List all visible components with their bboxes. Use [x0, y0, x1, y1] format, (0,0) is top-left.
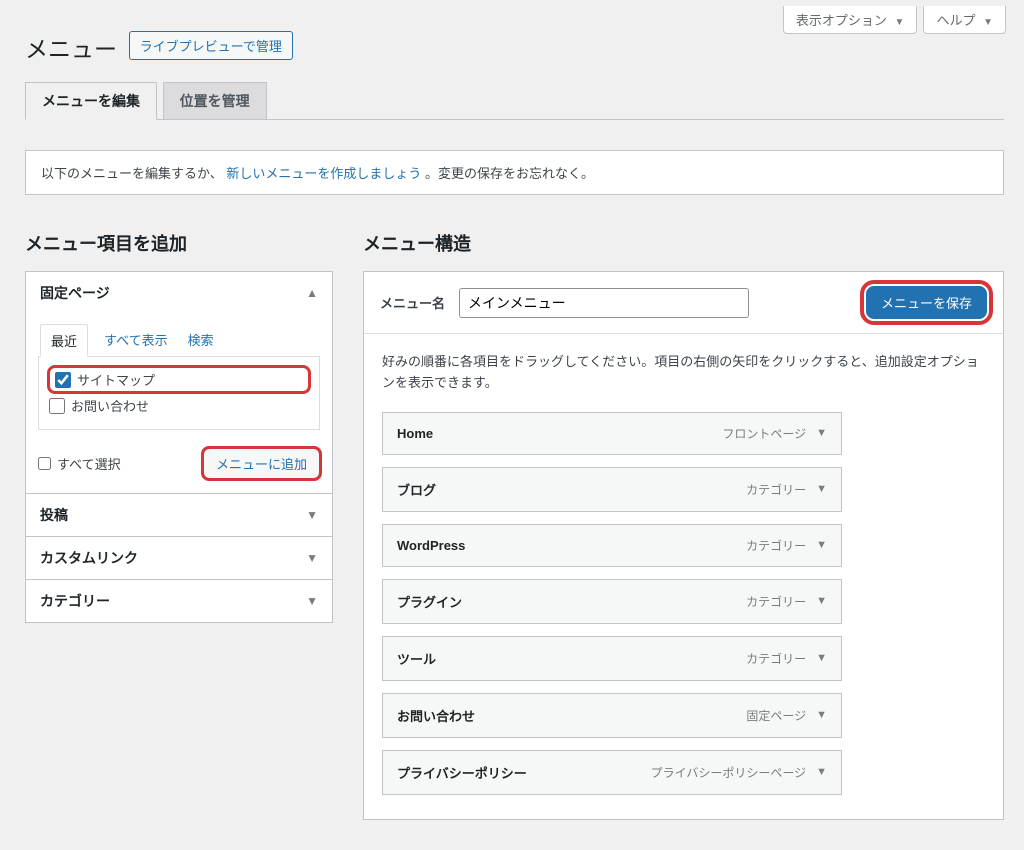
menu-item-type: カテゴリー: [746, 593, 806, 610]
menu-item[interactable]: Home フロントページ ▼: [382, 412, 842, 455]
menu-item-label: ブログ: [397, 480, 436, 499]
edit-notice: 以下のメニューを編集するか、 新しいメニューを作成しましょう 。変更の保存をお忘…: [25, 150, 1004, 195]
menu-item-type: カテゴリー: [746, 537, 806, 554]
accordion-posts-header[interactable]: 投稿 ▼: [26, 494, 332, 536]
tab-manage-locations[interactable]: 位置を管理: [163, 82, 267, 119]
menu-name-label: メニュー名: [380, 293, 445, 312]
help-label: ヘルプ: [936, 13, 975, 28]
add-items-accordion: 固定ページ ▲ 最近 すべて表示 検索 サイトマップ: [25, 271, 333, 623]
chevron-down-icon[interactable]: ▼: [816, 709, 827, 721]
menu-item-label: プライバシーポリシー: [397, 763, 527, 782]
chevron-down-icon[interactable]: ▼: [816, 483, 827, 495]
create-new-menu-link[interactable]: 新しいメニューを作成しましょう: [226, 166, 421, 181]
select-all-row[interactable]: すべて選択: [38, 454, 121, 473]
accordion-pages-header[interactable]: 固定ページ ▲: [26, 272, 332, 314]
menu-item[interactable]: ブログ カテゴリー ▼: [382, 467, 842, 512]
notice-prefix: 以下のメニューを編集するか、: [41, 166, 223, 181]
page-option-contact[interactable]: お問い合わせ: [49, 392, 309, 419]
menu-item[interactable]: プライバシーポリシー プライバシーポリシーページ ▼: [382, 750, 842, 795]
pages-inner-tabs: 最近 すべて表示 検索: [38, 324, 320, 357]
chevron-down-icon: ▼: [895, 17, 905, 28]
chevron-down-icon: ▼: [306, 508, 318, 522]
menu-item[interactable]: プラグイン カテゴリー ▼: [382, 579, 842, 624]
menu-item-type: フロントページ: [722, 425, 806, 442]
chevron-down-icon: ▼: [306, 551, 318, 565]
save-menu-button[interactable]: メニューを保存: [866, 286, 987, 319]
pages-checklist: サイトマップ お問い合わせ: [38, 357, 320, 430]
menu-panel: メニュー名 メニューを保存 好みの順番に各項目をドラッグしてください。項目の右側…: [363, 271, 1004, 820]
chevron-up-icon: ▲: [306, 286, 318, 300]
menu-item[interactable]: お問い合わせ 固定ページ ▼: [382, 693, 842, 738]
tab-edit-menus[interactable]: メニューを編集: [25, 82, 157, 120]
drag-instructions: 好みの順番に各項目をドラッグしてください。項目の右側の矢印をクリックすると、追加…: [382, 352, 985, 394]
menu-item-type: プライバシーポリシーページ: [651, 764, 807, 781]
menu-panel-header: メニュー名 メニューを保存: [364, 272, 1003, 334]
select-all-checkbox[interactable]: [38, 457, 51, 470]
accordion-custom-link-title: カスタムリンク: [40, 548, 138, 568]
page-checkbox-sitemap[interactable]: [55, 372, 71, 388]
chevron-down-icon[interactable]: ▼: [816, 539, 827, 551]
notice-suffix: 。変更の保存をお忘れなく。: [425, 166, 594, 181]
page-label-contact: お問い合わせ: [71, 396, 149, 415]
add-to-menu-button[interactable]: メニューに追加: [203, 448, 320, 479]
menu-item-label: プラグイン: [397, 592, 462, 611]
help-button[interactable]: ヘルプ ▼: [923, 6, 1006, 34]
inner-tab-search[interactable]: 検索: [184, 324, 218, 357]
chevron-down-icon: ▼: [306, 594, 318, 608]
chevron-down-icon[interactable]: ▼: [816, 595, 827, 607]
menu-item[interactable]: ツール カテゴリー ▼: [382, 636, 842, 681]
accordion-categories-header[interactable]: カテゴリー ▼: [26, 580, 332, 622]
menu-item-type: カテゴリー: [746, 481, 806, 498]
add-items-heading: メニュー項目を追加: [25, 230, 333, 256]
page-label-sitemap: サイトマップ: [77, 370, 155, 389]
menu-items-list: Home フロントページ ▼ ブログ カテゴリー ▼ WordPress カテゴリー…: [382, 412, 842, 795]
chevron-down-icon[interactable]: ▼: [816, 766, 827, 778]
accordion-posts-title: 投稿: [40, 505, 68, 525]
live-preview-button[interactable]: ライブプレビューで管理: [129, 31, 293, 60]
menu-item-type: カテゴリー: [746, 650, 806, 667]
menu-structure-heading: メニュー構造: [363, 230, 1004, 256]
page-option-sitemap[interactable]: サイトマップ: [49, 367, 309, 392]
page-checkbox-contact[interactable]: [49, 398, 65, 414]
screen-options-button[interactable]: 表示オプション ▼: [783, 6, 918, 34]
accordion-custom-link-header[interactable]: カスタムリンク ▼: [26, 537, 332, 579]
nav-tabs: メニューを編集 位置を管理: [25, 82, 1004, 120]
chevron-down-icon: ▼: [983, 17, 993, 28]
accordion-categories-title: カテゴリー: [40, 591, 110, 611]
accordion-pages-title: 固定ページ: [40, 283, 110, 303]
inner-tab-all[interactable]: すべて表示: [100, 324, 172, 357]
menu-name-input[interactable]: [459, 288, 749, 318]
menu-item-type: 固定ページ: [746, 707, 806, 724]
menu-item-label: Home: [397, 426, 433, 441]
inner-tab-recent[interactable]: 最近: [40, 324, 88, 357]
page-title: メニュー: [25, 30, 117, 64]
select-all-label: すべて選択: [57, 454, 121, 473]
menu-item-label: ツール: [397, 649, 436, 668]
screen-meta: 表示オプション ▼ ヘルプ ▼: [783, 6, 1006, 34]
menu-item-label: WordPress: [397, 538, 465, 553]
chevron-down-icon[interactable]: ▼: [816, 652, 827, 664]
menu-item-label: お問い合わせ: [397, 706, 475, 725]
chevron-down-icon[interactable]: ▼: [816, 427, 827, 439]
screen-options-label: 表示オプション: [796, 13, 887, 28]
menu-item[interactable]: WordPress カテゴリー ▼: [382, 524, 842, 567]
